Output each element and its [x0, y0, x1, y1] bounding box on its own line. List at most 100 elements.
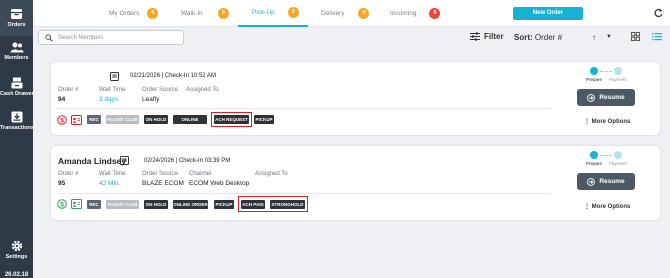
wait-time: 3 days: [99, 96, 119, 103]
order-source: Leafly: [142, 96, 160, 103]
sort-select[interactable]: Sort: Order #: [514, 33, 562, 42]
checkin-time: 02/24/2026 | Check-In 03:39 PM: [144, 158, 231, 164]
sort-label: Sort:: [514, 33, 533, 42]
tab-incoming[interactable]: Incoming 0: [390, 0, 441, 27]
tab-label: Delivery: [321, 10, 345, 17]
order-card[interactable]: 02/21/2026 | Check-In 10:52 AM Order # 9…: [51, 62, 660, 135]
tag-badge: PICKUP: [214, 200, 234, 209]
order-card[interactable]: Amanda Lindsey 02/24/2026 | Check-In 03:…: [51, 146, 660, 220]
sort-dropdown-icon[interactable]: ▼: [606, 34, 612, 40]
assigned-to-label: Assigned To: [186, 87, 219, 93]
more-options-label: More Options: [591, 204, 631, 210]
count-badge: 0: [358, 8, 370, 19]
resume-label: Resume: [599, 94, 625, 101]
filter-button[interactable]: Filter: [470, 32, 504, 41]
payment-step-label: Payment: [609, 77, 627, 82]
id-card-icon: [71, 115, 82, 125]
tab-label: My Orders: [109, 10, 140, 17]
wait-time-label: Wait Time: [99, 87, 126, 93]
sidebar-item-label: Cash Drawer: [0, 91, 34, 97]
prepare-step-icon: [590, 151, 598, 159]
grid-view-icon[interactable]: [631, 32, 640, 41]
count-badge: 0: [429, 8, 441, 19]
filter-sliders-icon: [470, 32, 480, 41]
sidebar-item-label: Transactions: [0, 125, 34, 131]
sidebar-item-members[interactable]: Members: [0, 42, 33, 61]
resume-button[interactable]: Resume: [577, 173, 635, 190]
order-number-label: Order #: [58, 87, 79, 93]
sidebar-item-transactions[interactable]: Transactions: [0, 111, 34, 131]
receipt-icon[interactable]: [120, 156, 129, 165]
tab-my-orders[interactable]: My Orders 0: [109, 0, 159, 27]
tag-badge: REC: [87, 115, 101, 124]
more-options-button[interactable]: ⋮ More Options: [584, 203, 630, 210]
card-divider: [57, 193, 551, 194]
sidebar-item-orders[interactable]: Orders: [0, 0, 33, 36]
refresh-icon[interactable]: [654, 8, 663, 18]
highlight-box: [211, 112, 252, 127]
more-options-icon: ⋮: [584, 119, 590, 125]
tag-badge: ONLINE ORDER: [173, 200, 208, 209]
search-icon: [45, 34, 53, 42]
tag-badge: ONLINE ORDER: [173, 115, 207, 131]
order-source-label: Order Source: [142, 171, 179, 177]
tab-label: Incoming: [390, 10, 417, 17]
wait-time-label: Wait Time: [99, 171, 126, 177]
svg-text:$: $: [60, 117, 64, 124]
tag-badge: PICKUP: [254, 115, 274, 124]
resume-icon: [587, 93, 596, 102]
members-icon: [10, 42, 23, 53]
assigned-to-label: Assigned To: [255, 171, 288, 177]
count-badge: 2: [287, 7, 299, 18]
prepare-step-icon: [590, 67, 598, 75]
sidebar-item-cash-drawer[interactable]: Cash Drawer: [0, 77, 34, 97]
count-badge: 0: [217, 8, 229, 19]
search-members-input[interactable]: Search Members: [38, 30, 184, 45]
tag-badge: FLIGHT CLUB: [106, 200, 139, 209]
resume-label: Resume: [599, 178, 625, 185]
payment-step-icon: [614, 67, 622, 75]
settings-icon: [11, 240, 22, 252]
card-divider: [57, 108, 551, 109]
tag-badge: REC: [87, 200, 101, 209]
order-number: 95: [58, 180, 66, 187]
channel-label: Channel: [189, 171, 212, 177]
payment-paid-icon: $: [57, 199, 67, 209]
order-number-label: Order #: [58, 171, 79, 177]
order-number: 94: [58, 96, 66, 103]
sidebar-item-label: Members: [4, 55, 29, 61]
order-source: BLAZE ECOM: [142, 180, 184, 187]
sort-value: Order #: [534, 33, 563, 42]
wait-time: 42 Min.: [99, 180, 121, 187]
prepare-step-label: Prepare: [586, 161, 603, 166]
receipt-icon[interactable]: [110, 72, 119, 81]
transactions-icon: [11, 111, 22, 123]
prepare-step-label: Prepare: [586, 77, 603, 82]
cash-drawer-icon: [11, 77, 22, 89]
new-order-button[interactable]: New Order: [513, 7, 583, 20]
payment-due-icon: $: [57, 115, 67, 125]
tag-badge: ON HOLD: [144, 115, 168, 124]
sidebar-item-label: Settings: [5, 254, 28, 260]
more-options-button[interactable]: ⋮ More Options: [584, 118, 630, 125]
customer-name[interactable]: Amanda Lindsey: [58, 156, 126, 166]
list-view-icon[interactable]: [652, 32, 662, 41]
tab-label: Pick-Up: [252, 9, 275, 16]
progress-connector: [600, 71, 612, 72]
tab-delivery[interactable]: Delivery 0: [321, 0, 370, 27]
tab-walk-in[interactable]: Walk-In 0: [181, 0, 229, 27]
sidebar-item-settings[interactable]: Settings: [0, 240, 33, 260]
orders-icon: [11, 9, 22, 19]
sort-ascending-icon[interactable]: ↑: [592, 33, 596, 42]
count-badge: 0: [147, 8, 159, 19]
svg-text:$: $: [60, 201, 64, 208]
resume-button[interactable]: Resume: [577, 89, 635, 106]
checkin-time: 02/21/2026 | Check-In 10:52 AM: [130, 73, 216, 79]
filter-label: Filter: [484, 32, 504, 41]
order-source-label: Order Source: [142, 87, 179, 93]
more-options-icon: ⋮: [584, 204, 590, 210]
tab-pick-up[interactable]: Pick-Up 2: [238, 0, 308, 27]
resume-icon: [587, 177, 596, 186]
id-card-icon: [71, 199, 82, 209]
payment-step-icon: [614, 151, 622, 159]
